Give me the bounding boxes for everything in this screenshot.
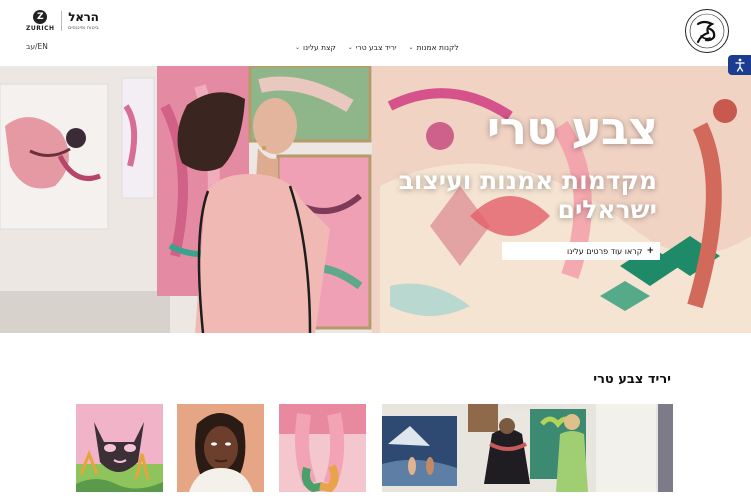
partner-divider	[61, 11, 62, 31]
language-switcher[interactable]: עב/EN	[26, 42, 48, 51]
hero-title: צבע טרי	[486, 101, 658, 155]
gallery-tile-visitors-photo[interactable]	[382, 404, 673, 492]
harel-name: הראל	[68, 10, 99, 24]
section-title: יריד צבע טרי	[593, 372, 671, 387]
portrait-painting-image	[177, 404, 264, 492]
accessibility-icon	[734, 58, 745, 72]
cat-painting-image	[76, 404, 163, 492]
site-header: הראל ביטוח ופיננסים Z ZURICH קצת עלינו ⌄…	[0, 0, 751, 66]
hero-banner: צבע טרי מקדמות אמנות ועיצוב ישראלים + קר…	[0, 66, 751, 333]
harel-logo[interactable]: הראל ביטוח ופיננסים	[68, 10, 99, 31]
nav-item-fair[interactable]: יריד צבע טרי ⌄	[348, 40, 397, 54]
gallery-tile-legs-painting[interactable]	[279, 404, 366, 492]
accessibility-button[interactable]	[728, 55, 751, 75]
read-more-button[interactable]: + קראו עוד פרטים עלינו	[502, 242, 660, 260]
gallery-tile-cat-painting[interactable]	[76, 404, 163, 492]
fair-gallery	[0, 404, 751, 501]
nav-item-buy-art[interactable]: לקנות אמנות ⌄	[409, 40, 459, 54]
nav-item-about-label: קצת עלינו	[303, 42, 336, 52]
plus-icon: +	[646, 246, 654, 256]
chevron-down-icon: ⌄	[408, 43, 414, 51]
gallery-visitors-image	[382, 404, 673, 492]
zurich-logo[interactable]: Z ZURICH	[26, 10, 55, 32]
nav-item-buy-art-label: לקנות אמנות	[416, 42, 459, 52]
read-more-label: קראו עוד פרטים עלינו	[567, 246, 643, 256]
gallery-tile-portrait-painting[interactable]	[177, 404, 264, 492]
legs-painting-image	[279, 404, 366, 492]
chevron-down-icon: ⌄	[295, 43, 301, 51]
harel-subtitle: ביטוח ופיננסים	[68, 25, 99, 31]
site-logo-mark	[689, 13, 725, 49]
nav-item-fair-label: יריד צבע טרי	[355, 42, 397, 52]
zurich-name: ZURICH	[26, 25, 55, 32]
site-logo[interactable]	[685, 9, 729, 53]
chevron-down-icon: ⌄	[347, 43, 353, 51]
hero-subtitle: מקדמות אמנות ועיצוב ישראלים	[398, 166, 657, 224]
main-nav: קצת עלינו ⌄ יריד צבע טרי ⌄ לקנות אמנות ⌄	[295, 40, 465, 54]
zurich-mark-icon: Z	[33, 10, 48, 24]
nav-item-about[interactable]: קצת עלינו ⌄	[295, 40, 336, 54]
